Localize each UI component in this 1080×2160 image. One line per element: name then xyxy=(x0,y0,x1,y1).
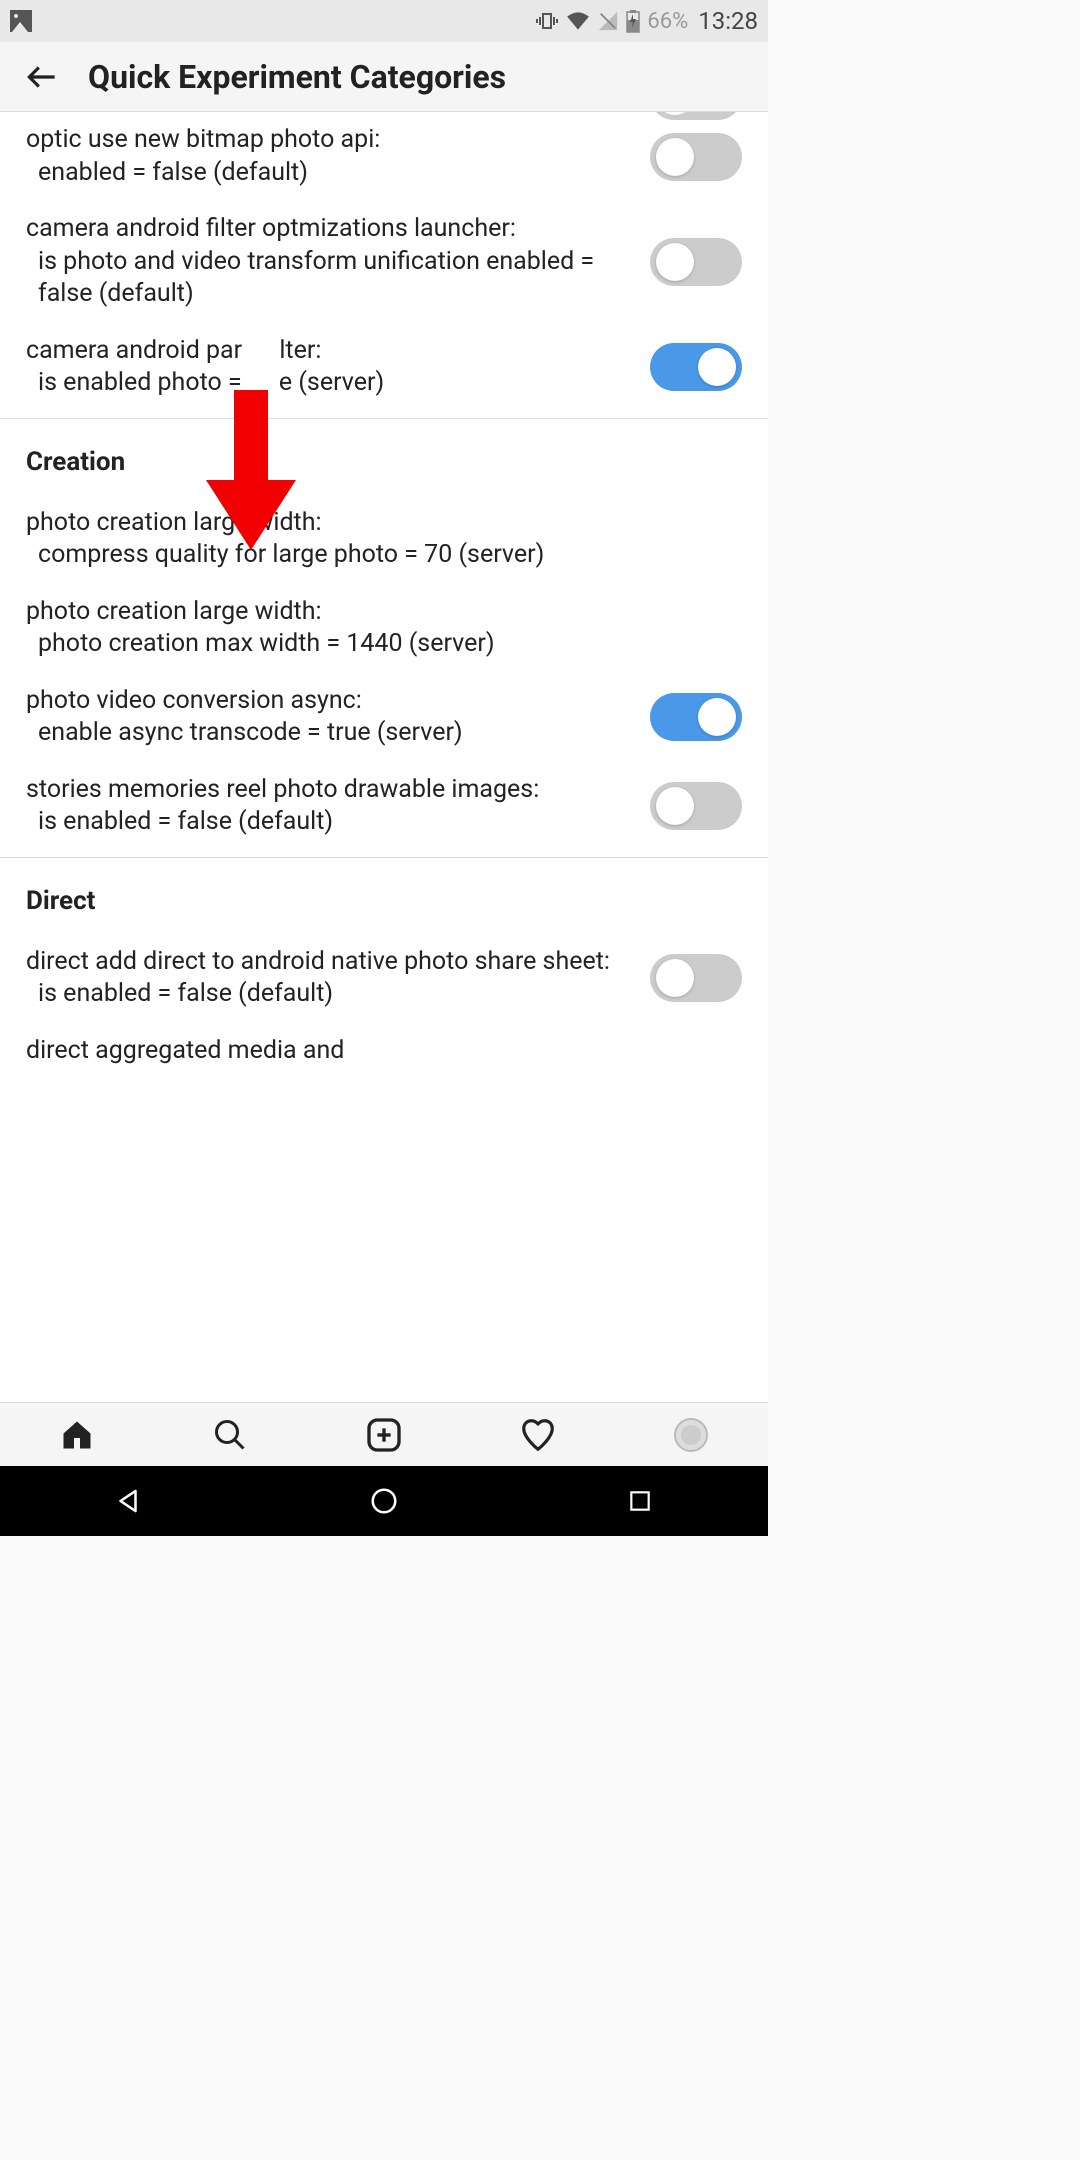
heart-icon xyxy=(519,1416,557,1454)
setting-camera-filter-opt[interactable]: camera android filter optmizations launc… xyxy=(0,201,768,323)
battery-charging-icon xyxy=(625,9,641,33)
search-icon xyxy=(212,1417,248,1453)
setting-camera-par-filter[interactable]: camera android par lter: is enabled phot… xyxy=(0,323,768,412)
system-recent[interactable] xyxy=(620,1481,660,1521)
toggle-direct-native-share[interactable] xyxy=(650,954,742,1002)
setting-text: photo video conversion async: enable asy… xyxy=(26,685,650,750)
section-header-direct: Direct xyxy=(0,864,768,934)
nav-activity[interactable] xyxy=(513,1410,563,1460)
system-back[interactable] xyxy=(108,1481,148,1521)
vibrate-icon xyxy=(535,9,559,33)
bottom-nav xyxy=(0,1402,768,1466)
triangle-back-icon xyxy=(113,1486,143,1516)
setting-text: photo creation large width: photo creati… xyxy=(26,596,742,661)
setting-async-transcode[interactable]: photo video conversion async: enable asy… xyxy=(0,673,768,762)
setting-text: optic use new bitmap photo api: enabled … xyxy=(26,124,650,189)
setting-text: direct aggregated media and xyxy=(26,1035,742,1068)
battery-percent: 66% xyxy=(647,9,688,34)
setting-text: direct add direct to android native phot… xyxy=(26,946,650,1011)
wifi-icon xyxy=(565,8,591,34)
back-button[interactable] xyxy=(20,55,64,99)
picture-notification-icon xyxy=(10,10,32,32)
divider xyxy=(0,857,768,858)
setting-direct-native-share[interactable]: direct add direct to android native phot… xyxy=(0,934,768,1023)
setting-text: camera android par lter: is enabled phot… xyxy=(26,335,650,400)
app-header: Quick Experiment Categories xyxy=(0,42,768,112)
avatar-icon xyxy=(674,1418,708,1452)
nav-search[interactable] xyxy=(205,1410,255,1460)
home-icon xyxy=(59,1417,95,1453)
setting-compress-quality[interactable]: photo creation large width: compress qua… xyxy=(0,495,768,584)
status-time: 13:28 xyxy=(698,7,758,35)
setting-optic-bitmap[interactable]: optic use new bitmap photo api: enabled … xyxy=(0,112,768,201)
toggle-stories-memories[interactable] xyxy=(650,782,742,830)
add-post-icon xyxy=(364,1415,404,1455)
setting-direct-aggregated-partial[interactable]: direct aggregated media and xyxy=(0,1023,768,1068)
signal-icon xyxy=(597,10,619,32)
section-header-creation: Creation xyxy=(0,425,768,495)
system-nav xyxy=(0,1466,768,1536)
setting-max-width[interactable]: photo creation large width: photo creati… xyxy=(0,584,768,673)
setting-text: camera android filter optmizations launc… xyxy=(26,213,650,311)
toggle-optic-bitmap[interactable] xyxy=(650,133,742,181)
setting-text: stories memories reel photo drawable ima… xyxy=(26,774,650,839)
system-home[interactable] xyxy=(364,1481,404,1521)
toggle-camera-filter-opt[interactable] xyxy=(650,238,742,286)
setting-text: photo creation large width: compress qua… xyxy=(26,507,742,572)
toggle-async-transcode[interactable] xyxy=(650,693,742,741)
toggle-camera-par-filter[interactable] xyxy=(650,343,742,391)
divider xyxy=(0,418,768,419)
status-bar: 66% 13:28 xyxy=(0,0,768,42)
setting-stories-memories[interactable]: stories memories reel photo drawable ima… xyxy=(0,762,768,851)
nav-add[interactable] xyxy=(359,1410,409,1460)
content-scroll[interactable]: optic use new bitmap photo api: enabled … xyxy=(0,112,768,1402)
page-title: Quick Experiment Categories xyxy=(88,58,506,96)
square-recent-icon xyxy=(627,1488,653,1514)
arrow-left-icon xyxy=(23,58,61,96)
nav-profile[interactable] xyxy=(666,1410,716,1460)
circle-home-icon xyxy=(369,1486,399,1516)
nav-home[interactable] xyxy=(52,1410,102,1460)
